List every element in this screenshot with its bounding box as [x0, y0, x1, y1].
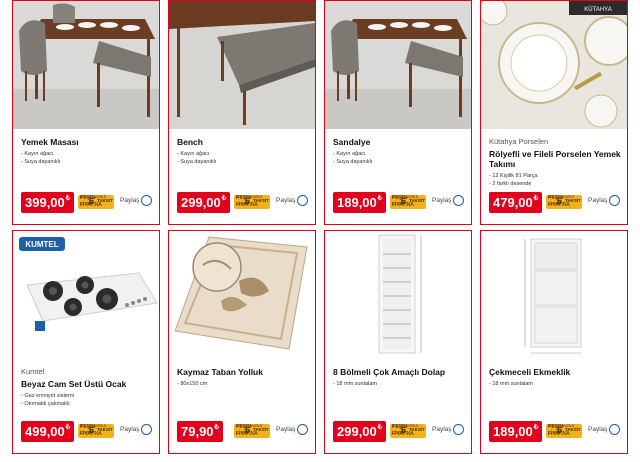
installment-badge: PEŞİN FİYATINA 6 TAKSİT BONUS WORLD AXESS: [78, 424, 114, 438]
installment-badge: PEŞİN FİYATINA 6 TAKSİT BONUS WORLD AXESS: [390, 424, 426, 438]
product-feature: - Kayın ağacı: [333, 151, 366, 157]
product-feature: - Kayın ağacı: [21, 151, 54, 157]
product-feature: - Otomatik çakmaklı: [21, 401, 70, 407]
currency-symbol: ₺: [533, 195, 539, 202]
share-label: Paylaş: [120, 426, 140, 433]
installment-badge: PEŞİN FİYATINA 6 TAKSİT BONUS WORLD AXESS: [546, 424, 582, 438]
currency-symbol: ₺: [377, 424, 383, 431]
price-tag: 479,00₺: [489, 192, 543, 213]
currency-symbol: ₺: [65, 195, 71, 202]
product-title: Kaymaz Taban Yolluk: [177, 367, 263, 377]
price-tag: 189,00₺: [489, 421, 543, 442]
share-radio[interactable]: [141, 195, 152, 206]
share-label: Paylaş: [432, 197, 452, 204]
product-feature: - 80x150 cm: [177, 381, 208, 387]
product-image[interactable]: KUMTEL: [13, 231, 159, 359]
product-image[interactable]: [325, 231, 471, 359]
share-radio[interactable]: [453, 424, 464, 435]
product-card[interactable]: Sandalye - Kayın ağacı - Suya dayanıklı …: [324, 0, 472, 225]
product-title: Beyaz Cam Set Üstü Ocak: [21, 379, 127, 389]
product-feature: - Kayın ağacı: [177, 151, 210, 157]
product-title: Sandalye: [333, 137, 371, 147]
product-title: Yemek Masası: [21, 137, 79, 147]
price-tag: 189,00₺: [333, 192, 387, 213]
price-value: 299,00: [337, 424, 377, 439]
kumtel-logo: KUMTEL: [25, 240, 58, 249]
share-radio[interactable]: [297, 195, 308, 206]
price-tag: 399,00₺: [21, 192, 75, 213]
price-tag: 499,00₺: [21, 421, 75, 442]
share-radio[interactable]: [609, 424, 620, 435]
product-brand: Kütahya Porselen: [489, 137, 549, 146]
product-card[interactable]: Yemek Masası - Kayın ağacı - Suya dayanı…: [12, 0, 160, 225]
product-card[interactable]: Bench - Kayın ağacı - Suya dayanıklı 299…: [168, 0, 316, 225]
price-value: 79,90: [181, 424, 214, 439]
product-title: 8 Bölmeli Çok Amaçlı Dolap: [333, 367, 446, 377]
product-card[interactable]: Kaymaz Taban Yolluk - 80x150 cm 79,90₺ P…: [168, 230, 316, 454]
product-feature: - Suya dayanıklı: [21, 159, 61, 165]
price-value: 479,00: [493, 195, 533, 210]
product-feature: - 18 mm suntalam: [489, 381, 534, 387]
product-feature: - Gaz emniyet sistemi: [21, 393, 74, 399]
share-label: Paylaş: [276, 426, 296, 433]
share-radio[interactable]: [141, 424, 152, 435]
product-brand: Kumtel: [21, 367, 45, 376]
product-image[interactable]: [325, 1, 471, 129]
currency-symbol: ₺: [221, 195, 227, 202]
share-radio[interactable]: [453, 195, 464, 206]
product-image[interactable]: [169, 231, 315, 359]
currency-symbol: ₺: [65, 424, 71, 431]
share-radio[interactable]: [297, 424, 308, 435]
product-card[interactable]: 8 Bölmeli Çok Amaçlı Dolap - 18 mm sunta…: [324, 230, 472, 454]
currency-symbol: ₺: [377, 195, 383, 202]
product-card[interactable]: Çekmeceli Ekmeklik - 18 mm suntalam 189,…: [480, 230, 628, 454]
price-value: 499,00: [25, 424, 65, 439]
product-image[interactable]: [481, 231, 627, 359]
product-feature: - Suya dayanıklı: [333, 159, 373, 165]
share-label: Paylaş: [432, 426, 452, 433]
product-feature: - Suya dayanıklı: [177, 159, 217, 165]
price-value: 299,00: [181, 195, 221, 210]
product-image[interactable]: [169, 1, 315, 129]
kutahya-logo: KÜTAHYA: [584, 6, 611, 13]
price-value: 399,00: [25, 195, 65, 210]
product-card[interactable]: KUMTEL Kumtel Beyaz Cam Set Üstü Ocak - …: [12, 230, 160, 454]
installment-badge: PEŞİN FİYATINA 6 TAKSİT BONUS WORLD AXESS: [234, 424, 270, 438]
product-feature: - 2 farklı desende: [489, 181, 532, 187]
product-feature: - 18 mm suntalam: [333, 381, 378, 387]
share-label: Paylaş: [120, 197, 140, 204]
share-radio[interactable]: [609, 195, 620, 206]
product-image[interactable]: [13, 1, 159, 129]
share-label: Paylaş: [276, 197, 296, 204]
product-title: Rölyefli ve Fileli Porselen Yemek Takımı: [489, 149, 621, 169]
share-label: Paylaş: [588, 426, 608, 433]
product-image[interactable]: KÜTAHYA: [481, 1, 627, 129]
price-tag: 79,90₺: [177, 421, 224, 442]
price-tag: 299,00₺: [177, 192, 231, 213]
product-title: Çekmeceli Ekmeklik: [489, 367, 571, 377]
installment-badge: PEŞİN FİYATINA 6 TAKSİT BONUS WORLD AXESS: [546, 195, 582, 209]
price-value: 189,00: [493, 424, 533, 439]
share-label: Paylaş: [588, 197, 608, 204]
currency-symbol: ₺: [533, 424, 539, 431]
installment-badge: PEŞİN FİYATINA 6 TAKSİT BONUS WORLD AXESS: [390, 195, 426, 209]
installment-badge: PEŞİN FİYATINA 6 TAKSİT BONUS WORLD AXESS: [78, 195, 114, 209]
product-feature: - 12 Kişilik 81 Parça: [489, 173, 538, 179]
product-title: Bench: [177, 137, 203, 147]
product-card[interactable]: KÜTAHYA Kütahya Porselen Rölyefli ve Fil…: [480, 0, 628, 225]
currency-symbol: ₺: [214, 424, 220, 431]
installment-badge: PEŞİN FİYATINA 6 TAKSİT BONUS WORLD AXESS: [234, 195, 270, 209]
price-tag: 299,00₺: [333, 421, 387, 442]
price-value: 189,00: [337, 195, 377, 210]
